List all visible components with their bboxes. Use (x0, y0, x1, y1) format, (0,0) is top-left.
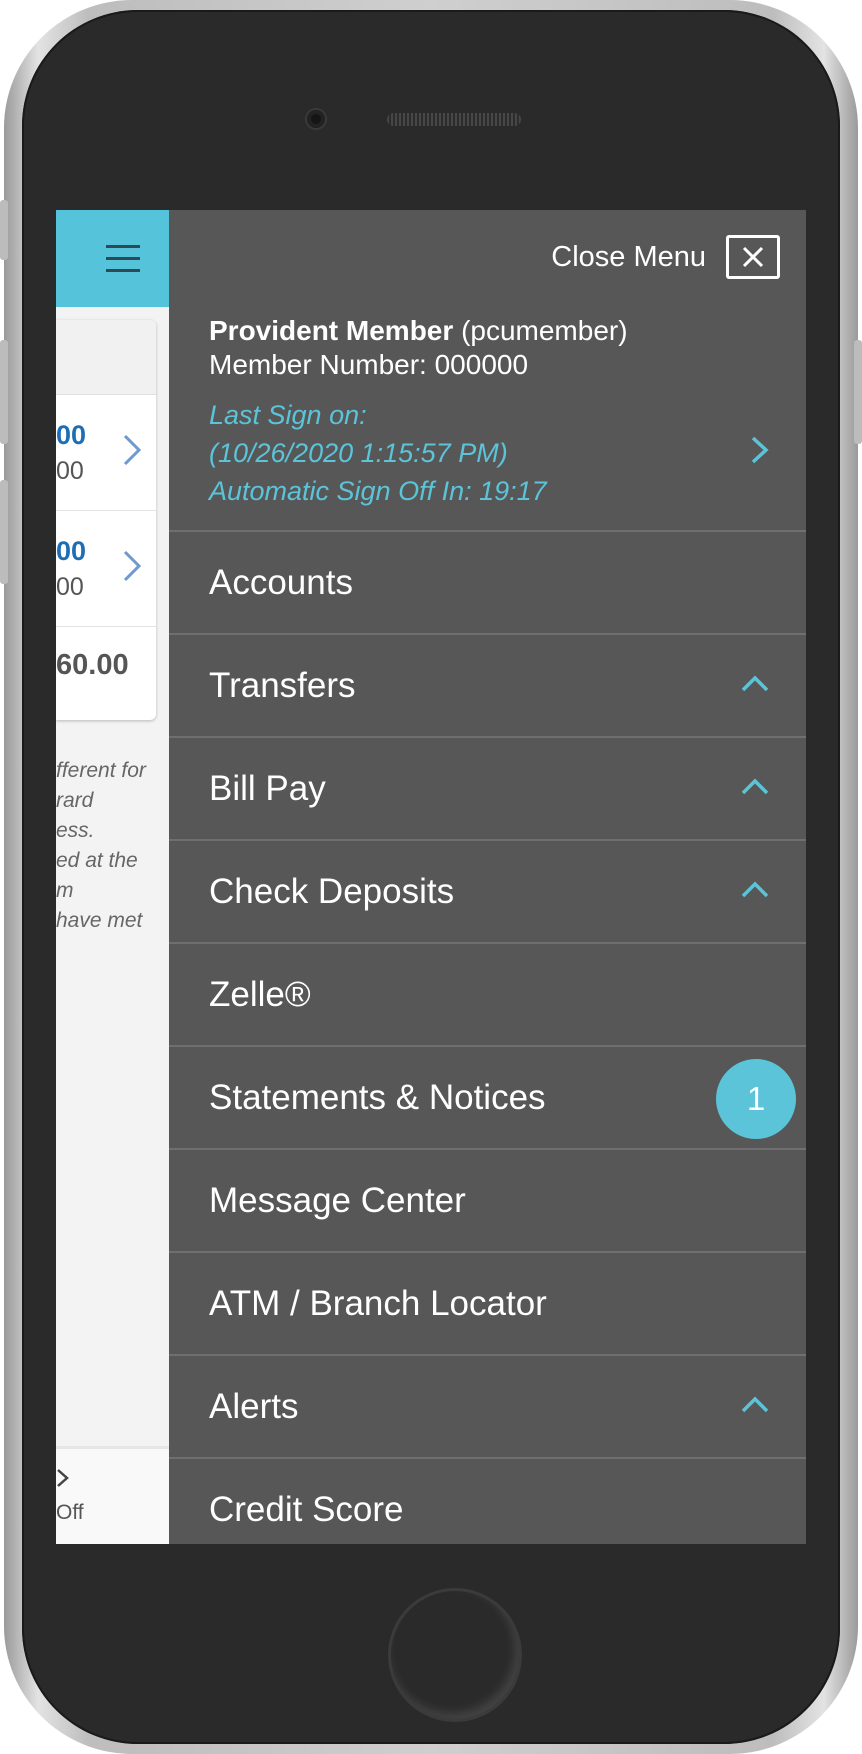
total-balance: 60.00 (56, 649, 129, 681)
account-balance: 00 (56, 420, 87, 450)
notification-badge: 1 (716, 1059, 796, 1139)
account-balance: 00 (56, 536, 87, 566)
menu-item-zelle[interactable]: Zelle® (169, 942, 806, 1045)
menu-item-alerts[interactable]: Alerts (169, 1354, 806, 1457)
accounts-card: 00 00 00 00 60.00 (56, 320, 156, 720)
disclaimer-line: fferent for (56, 759, 146, 782)
side-menu: Close Menu Provident Member (pcumember) … (169, 210, 806, 1544)
member-username: (pcumember) (461, 315, 628, 346)
session-info[interactable]: Last Sign on: (10/26/2020 1:15:57 PM) Au… (209, 396, 547, 510)
app-header (56, 210, 169, 307)
menu-item-label: Transfers (209, 666, 356, 705)
home-button[interactable] (388, 1588, 522, 1722)
speaker-grille (387, 113, 521, 126)
total-row: 60.00 (56, 627, 156, 707)
disclaimer-text: fferent for rard ess. ed at the m have m… (56, 756, 161, 936)
sign-off-label[interactable]: Off (56, 1501, 84, 1525)
account-row[interactable]: 00 00 (56, 395, 156, 511)
chevron-up-icon[interactable] (740, 675, 770, 693)
hamburger-icon[interactable] (106, 245, 140, 281)
close-menu-button[interactable]: Close Menu (551, 235, 780, 279)
camera-icon (307, 110, 325, 128)
disclaimer-line: ed at the (56, 849, 138, 872)
chevron-right-icon (122, 549, 142, 592)
menu-item-label: Statements & Notices (209, 1078, 546, 1117)
account-available: 00 (56, 457, 84, 485)
menu-item-label: Credit Score (209, 1490, 404, 1529)
menu-item-atm-locator[interactable]: ATM / Branch Locator (169, 1251, 806, 1354)
menu-item-label: Bill Pay (209, 769, 326, 808)
chevron-right-icon[interactable] (748, 435, 772, 465)
member-info: Provident Member (pcumember) Member Numb… (209, 314, 628, 382)
disclaimer-line: rard (56, 789, 94, 812)
bottom-nav: Off (56, 1446, 169, 1544)
menu-item-message-center[interactable]: Message Center (169, 1148, 806, 1251)
last-sign-on-value: (10/26/2020 1:15:57 PM) (209, 438, 508, 468)
menu-item-transfers[interactable]: Transfers (169, 633, 806, 736)
chevron-up-icon[interactable] (740, 881, 770, 899)
menu-item-credit-score[interactable]: Credit Score (169, 1457, 806, 1544)
disclaimer-line: have met (56, 909, 143, 932)
mute-switch (0, 200, 8, 260)
chevron-up-icon[interactable] (740, 1396, 770, 1414)
menu-item-statements[interactable]: Statements & Notices 1 (169, 1045, 806, 1148)
last-sign-on-label: Last Sign on: (209, 400, 367, 430)
menu-item-label: Zelle® (209, 975, 311, 1014)
member-number: Member Number: 000000 (209, 349, 529, 380)
disclaimer-line: ess. (56, 819, 95, 842)
close-menu-label: Close Menu (551, 240, 706, 273)
account-available: 00 (56, 573, 84, 601)
menu-item-label: Accounts (209, 563, 353, 602)
member-name-line: Provident Member (pcumember) (209, 314, 628, 348)
menu-list: Accounts Transfers Bill Pay Check Deposi… (169, 530, 806, 1544)
auto-sign-off: Automatic Sign Off In: 19:17 (209, 476, 547, 506)
menu-item-bill-pay[interactable]: Bill Pay (169, 736, 806, 839)
member-name: Provident Member (209, 315, 454, 346)
menu-item-label: ATM / Branch Locator (209, 1284, 547, 1323)
close-icon (726, 235, 780, 279)
menu-item-label: Check Deposits (209, 872, 455, 911)
power-button (854, 340, 862, 444)
sign-off-icon[interactable] (56, 1467, 70, 1495)
volume-up-button (0, 340, 8, 444)
account-row[interactable]: 00 00 (56, 511, 156, 627)
screen: 00 00 00 00 60.00 fferent for rard ess. … (56, 210, 806, 1544)
chevron-right-icon (122, 433, 142, 476)
accounts-card-header (56, 320, 156, 395)
disclaimer-line: m (56, 879, 74, 902)
chevron-up-icon[interactable] (740, 778, 770, 796)
volume-down-button (0, 480, 8, 584)
menu-item-check-deposits[interactable]: Check Deposits (169, 839, 806, 942)
menu-item-label: Message Center (209, 1181, 466, 1220)
menu-item-accounts[interactable]: Accounts (169, 530, 806, 633)
menu-item-label: Alerts (209, 1387, 299, 1426)
